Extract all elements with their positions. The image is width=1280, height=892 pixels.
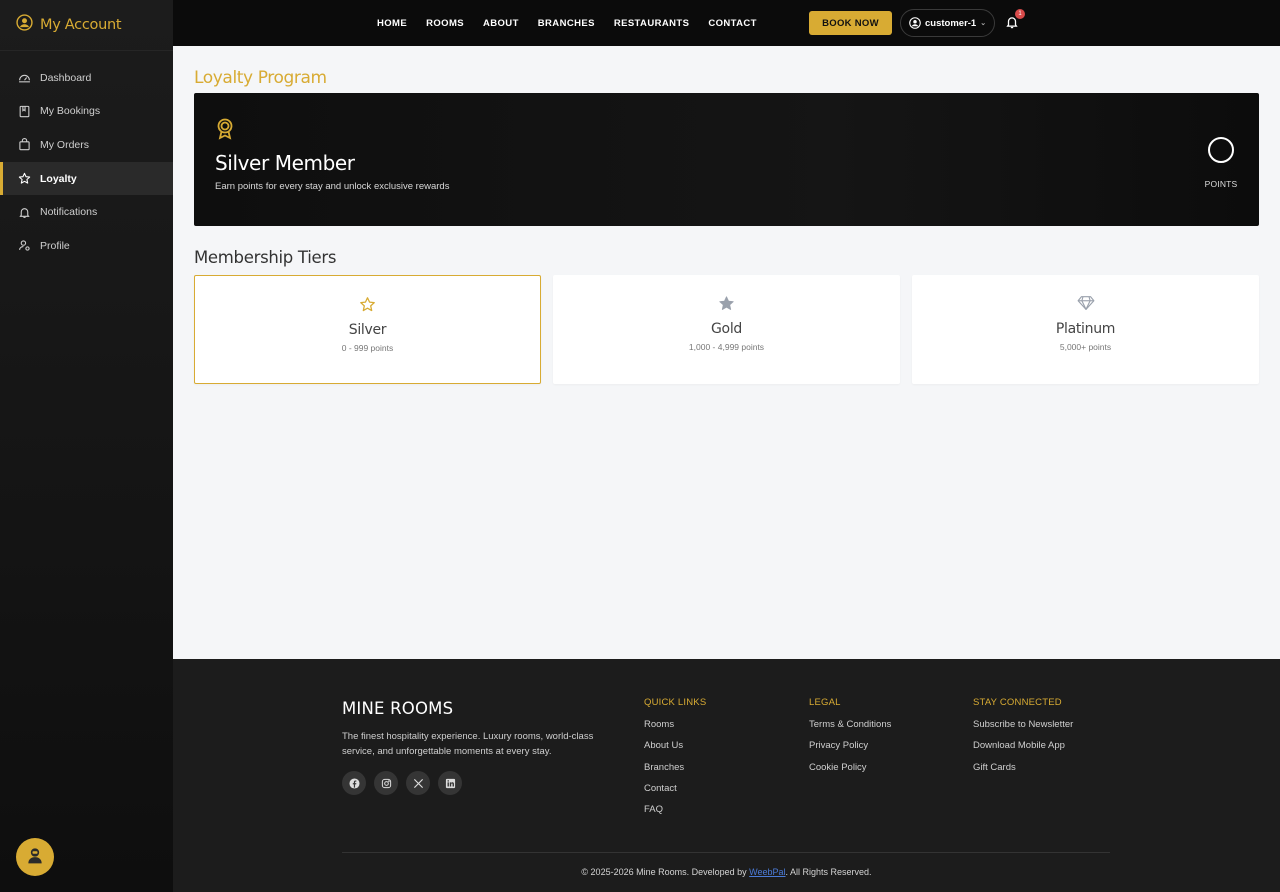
footer-column-title: STAY CONNECTED	[973, 697, 1062, 708]
tier-name: Platinum	[1055, 321, 1116, 337]
chat-assistant-button[interactable]	[16, 838, 54, 876]
star-filled-icon	[718, 294, 735, 312]
gauge-icon	[18, 71, 31, 84]
book-now-button[interactable]: BOOK NOW	[809, 11, 892, 35]
x-icon[interactable]	[406, 771, 430, 795]
agent-icon	[25, 845, 45, 870]
nav-rooms[interactable]: ROOMS	[426, 18, 464, 29]
user-circle-icon	[909, 17, 921, 29]
sidebar-item-my-bookings[interactable]: My Bookings	[0, 95, 173, 129]
social-links	[342, 771, 462, 795]
footer-legal: LEGAL Terms & Conditions Privacy Policy …	[809, 697, 891, 783]
developer-link[interactable]: WeebPal	[749, 867, 785, 877]
footer-link-about-us[interactable]: About Us	[644, 740, 706, 761]
footer-tagline: The finest hospitality experience. Luxur…	[342, 731, 594, 757]
notification-count-badge: 1	[1015, 9, 1025, 19]
tier-card-silver: Silver 0 - 999 points	[194, 275, 541, 384]
footer-copyright: © 2025-2026 Mine Rooms. Developed by Wee…	[173, 867, 1280, 877]
nav-branches[interactable]: BRANCHES	[538, 18, 595, 29]
sidebar-item-label: My Orders	[40, 138, 90, 151]
sidebar: My Account Dashboard My Bookings My Orde…	[0, 0, 173, 892]
footer-link-contact[interactable]: Contact	[644, 783, 706, 804]
user-gear-icon	[18, 239, 31, 252]
footer: MINE ROOMS The finest hospitality experi…	[173, 659, 1280, 892]
star-icon	[18, 172, 31, 185]
sidebar-item-label: Loyalty	[40, 172, 77, 185]
notifications-button[interactable]: 1	[1005, 9, 1025, 34]
footer-link-privacy[interactable]: Privacy Policy	[809, 740, 891, 761]
membership-tiers-title: Membership Tiers	[194, 248, 337, 267]
main-content: Loyalty Program Silver Member Earn point…	[173, 46, 1280, 659]
footer-link-faq[interactable]: FAQ	[644, 804, 706, 825]
footer-quick-links: QUICK LINKS Rooms About Us Branches Cont…	[644, 697, 706, 825]
footer-column-title: LEGAL	[809, 697, 841, 708]
copyright-suffix: . All Rights Reserved.	[785, 867, 872, 877]
user-name: customer-1	[925, 17, 977, 29]
member-tier-description: Earn points for every stay and unlock ex…	[215, 181, 450, 192]
tier-range: 1,000 - 4,999 points	[688, 342, 765, 352]
medal-icon	[216, 118, 234, 145]
footer-link-terms[interactable]: Terms & Conditions	[809, 719, 891, 740]
sidebar-nav: Dashboard My Bookings My Orders Loyalty …	[0, 61, 173, 263]
sidebar-item-label: My Bookings	[40, 105, 101, 118]
sidebar-item-label: Profile	[40, 239, 70, 252]
book-icon	[18, 105, 31, 118]
bell-icon	[18, 206, 31, 219]
page-title: Loyalty Program	[194, 68, 327, 88]
footer-link-cookie[interactable]: Cookie Policy	[809, 762, 891, 783]
sidebar-item-label: Notifications	[40, 206, 98, 219]
nav-home[interactable]: HOME	[377, 18, 407, 29]
footer-link-branches[interactable]: Branches	[644, 762, 706, 783]
sidebar-item-dashboard[interactable]: Dashboard	[0, 61, 173, 95]
chevron-down-icon: ⌄	[980, 20, 987, 27]
footer-divider	[342, 852, 1110, 853]
copyright-prefix: © 2025-2026 Mine Rooms. Developed by	[581, 867, 750, 877]
diamond-icon	[1077, 294, 1095, 312]
footer-link-mobile-app[interactable]: Download Mobile App	[973, 740, 1073, 761]
tier-card-gold: Gold 1,000 - 4,999 points	[553, 275, 900, 384]
sidebar-item-label: Dashboard	[40, 71, 92, 84]
member-tier-title: Silver Member	[215, 151, 355, 175]
sidebar-item-my-orders[interactable]: My Orders	[0, 128, 173, 162]
footer-brand: MINE ROOMS	[342, 699, 454, 718]
footer-link-rooms[interactable]: Rooms	[644, 719, 706, 740]
main-nav: HOME ROOMS ABOUT BRANCHES RESTAURANTS CO…	[377, 0, 776, 46]
star-outline-icon	[359, 295, 376, 313]
points-ring	[1208, 137, 1234, 163]
footer-column-title: QUICK LINKS	[644, 697, 707, 708]
bell-icon	[1005, 17, 1019, 34]
nav-contact[interactable]: CONTACT	[708, 18, 757, 29]
facebook-icon[interactable]	[342, 771, 366, 795]
points-label: POINTS	[1204, 179, 1238, 189]
bag-icon	[18, 138, 31, 151]
sidebar-header: My Account	[0, 0, 173, 51]
tier-name: Gold	[711, 321, 742, 337]
linkedin-icon[interactable]	[438, 771, 462, 795]
account-circle-icon	[16, 14, 33, 36]
tier-name: Silver	[348, 322, 387, 338]
tier-range: 5,000+ points	[1059, 342, 1112, 352]
sidebar-item-notifications[interactable]: Notifications	[0, 195, 173, 229]
tier-card-platinum: Platinum 5,000+ points	[912, 275, 1259, 384]
sidebar-item-loyalty[interactable]: Loyalty	[0, 161, 173, 196]
nav-about[interactable]: ABOUT	[483, 18, 519, 29]
nav-restaurants[interactable]: RESTAURANTS	[614, 18, 689, 29]
sidebar-item-profile[interactable]: Profile	[0, 229, 173, 263]
user-menu-button[interactable]: customer-1 ⌄	[900, 9, 995, 37]
instagram-icon[interactable]	[374, 771, 398, 795]
loyalty-status-card: Silver Member Earn points for every stay…	[194, 93, 1259, 226]
footer-stay-connected: STAY CONNECTED Subscribe to Newsletter D…	[973, 697, 1073, 783]
footer-link-newsletter[interactable]: Subscribe to Newsletter	[973, 719, 1073, 740]
footer-link-gift-cards[interactable]: Gift Cards	[973, 762, 1073, 783]
tier-range: 0 - 999 points	[341, 343, 394, 353]
top-navbar: HOME ROOMS ABOUT BRANCHES RESTAURANTS CO…	[173, 0, 1280, 46]
sidebar-title: My Account	[40, 17, 122, 33]
